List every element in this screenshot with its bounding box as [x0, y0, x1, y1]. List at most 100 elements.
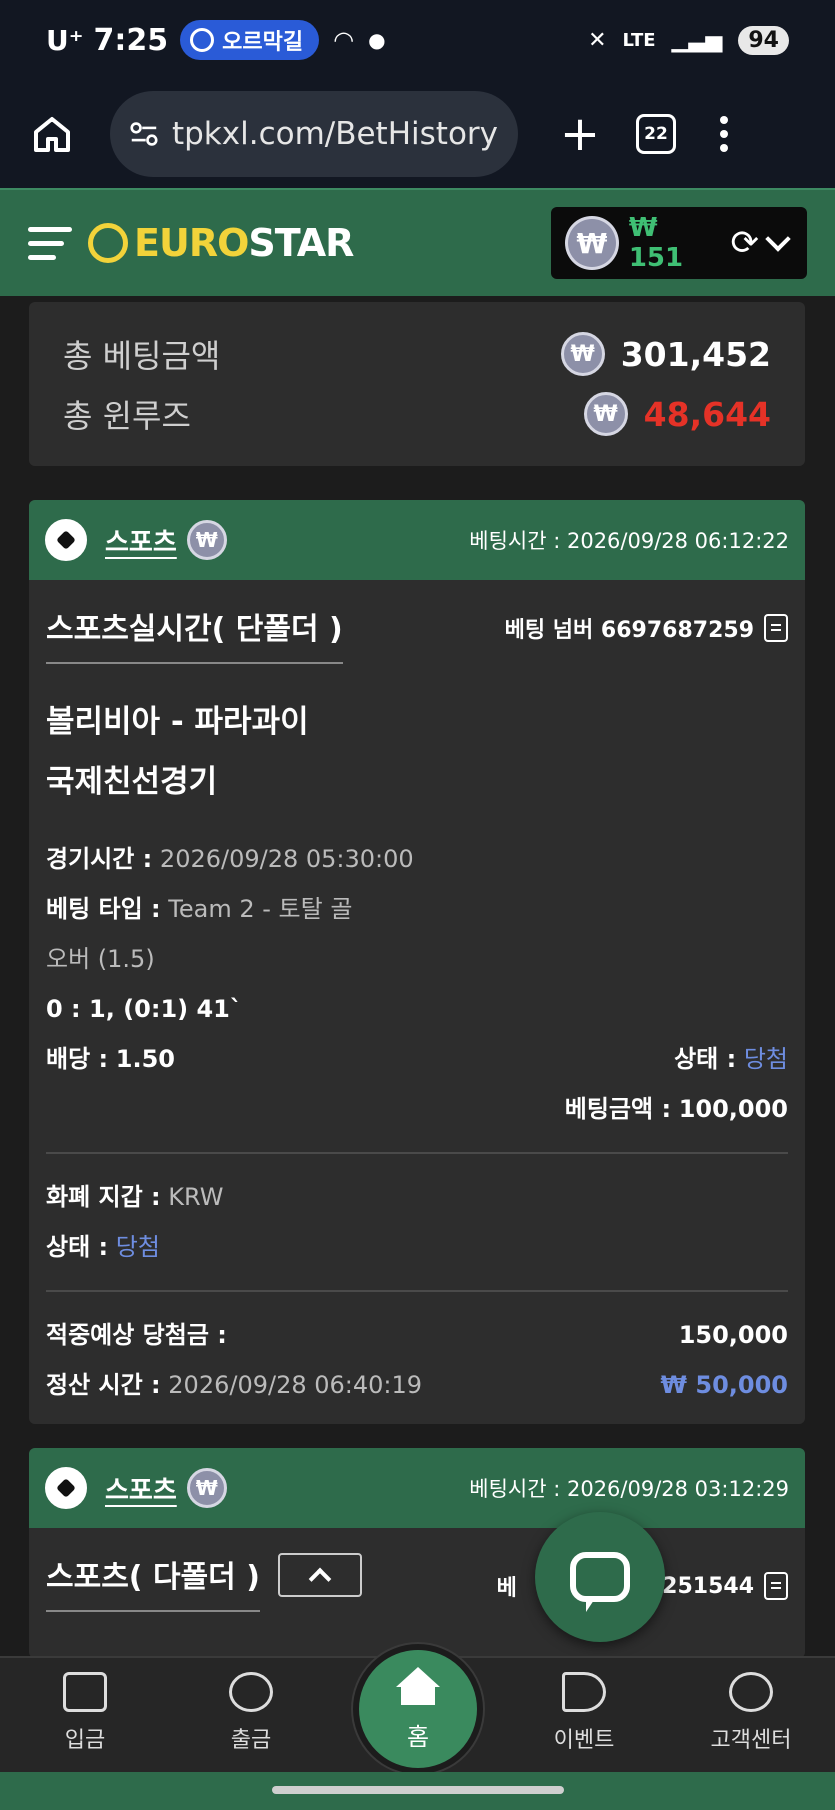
soccer-ball-icon	[45, 1467, 87, 1509]
status-bar: U⁺ 7:25 오르막길 ◠ ● ✕ LTE ▁▃▅ 94	[0, 0, 835, 80]
site-logo[interactable]: EURO STAR	[88, 221, 354, 265]
gesture-handle[interactable]	[272, 1786, 564, 1794]
signal-icon: ▁▃▅	[671, 27, 723, 53]
live-score: 0 : 1, (0:1) 41`	[46, 995, 242, 1023]
status2-badge: 당첨	[115, 1233, 160, 1261]
live-chat-button[interactable]	[535, 1512, 665, 1642]
nav-deposit[interactable]: 입금	[15, 1672, 155, 1754]
expected-win-value: 150,000	[678, 1321, 788, 1349]
expected-win-row: 적중예상 당첨금 : 150,000	[46, 1310, 788, 1360]
total-winlose-row: 총 윈루즈 ₩ 48,644	[63, 384, 771, 444]
chat-bubble-icon	[570, 1552, 630, 1612]
home-icon-body	[401, 1686, 435, 1705]
bet-time: 베팅시간 : 2026/09/28 06:12:22	[469, 529, 789, 553]
match-title: 볼리비아 - 파라과이	[46, 704, 309, 740]
bet-kind-label: 베팅 타입 :	[46, 895, 161, 923]
total-winlose-label: 총 윈루즈	[63, 397, 191, 435]
browser-menu-button[interactable]	[720, 116, 728, 152]
battery-level: 94	[738, 25, 789, 55]
wallet-balance: ₩ 151	[628, 213, 684, 273]
wallet-dropdown[interactable]: ₩ ₩ 151 ⟳	[551, 207, 807, 279]
home-icon	[34, 117, 70, 152]
browser-home-button[interactable]	[24, 106, 80, 162]
bet-kind-line2: 오버 (1.5)	[46, 945, 155, 973]
divider	[46, 1290, 788, 1292]
wallet-label: 화폐 지갑 :	[46, 1183, 161, 1211]
settle-row: 정산 시간 : 2026/09/28 06:40:19 ₩ 50,000	[46, 1360, 788, 1410]
bet-card-body: 스포츠( 다폴더 ) 베 7251544	[29, 1528, 805, 1612]
game-time-label: 경기시간 :	[46, 845, 153, 873]
soccer-ball-icon	[45, 519, 87, 561]
won-coin-icon: ₩	[186, 520, 227, 560]
music-pill-label: 오르막길	[222, 30, 304, 55]
total-bet-value: 301,452	[620, 334, 771, 374]
wifi-icon: ◠	[333, 26, 355, 54]
support-24-icon	[729, 1672, 773, 1712]
expected-win-label: 적중예상 당첨금 :	[46, 1321, 227, 1349]
won-coin-icon: ₩	[583, 392, 628, 436]
status2-row: 상태 : 당첨	[46, 1222, 788, 1272]
url-text: tpkxl.com/BetHistory	[171, 116, 498, 152]
bet-category[interactable]: 스포츠	[105, 522, 177, 559]
bet-card: 스포츠 ₩ 베팅시간 : 2026/09/28 06:12:22 스포츠실시간(…	[29, 500, 805, 1424]
odds-status-row: 배당 : 1.50 상태 : 당첨	[46, 1034, 788, 1084]
settle-label: 정산 시간 :	[46, 1371, 161, 1399]
gesture-area	[0, 1772, 835, 1810]
bet-amount-value: 100,000	[678, 1095, 788, 1123]
bet-card-header: 스포츠 ₩ 베팅시간 : 2026/09/28 06:12:22	[29, 500, 805, 580]
divider	[46, 1152, 788, 1154]
copy-icon[interactable]	[764, 1572, 788, 1600]
chevron-down-icon	[765, 226, 791, 252]
bet-card-header: 스포츠 ₩ 베팅시간 : 2026/09/28 03:12:29	[29, 1448, 805, 1528]
site-settings-icon	[130, 122, 158, 146]
bet-number-text: 베	[496, 1576, 517, 1601]
site-header: EURO STAR ₩ ₩ 151 ⟳	[0, 188, 835, 296]
refresh-icon[interactable]: ⟳	[731, 223, 760, 263]
new-tab-button[interactable]: +	[552, 106, 608, 162]
bet-card-body: 스포츠실시간( 단폴더 ) 베팅 넘버 6697687259 볼리비아 - 파라…	[29, 580, 805, 1410]
logo-star-text: STAR	[248, 221, 354, 265]
network-label: LTE	[622, 29, 656, 51]
megaphone-icon	[562, 1672, 606, 1712]
total-winlose-value: 48,644	[643, 394, 771, 434]
url-bar[interactable]: tpkxl.com/BetHistory	[110, 91, 518, 177]
game-time-value: 2026/09/28 05:30:00	[159, 845, 414, 873]
deposit-icon	[63, 1672, 107, 1712]
status-badge: 당첨	[743, 1045, 788, 1073]
nav-home-label: 홈	[406, 1722, 430, 1751]
copy-icon[interactable]	[764, 614, 788, 642]
status-label: 상태 :	[674, 1045, 737, 1073]
hamburger-menu-icon[interactable]	[28, 226, 72, 260]
clock: 7:25	[93, 22, 169, 58]
nav-event[interactable]: 이벤트	[514, 1672, 654, 1754]
notification-dot-icon: ●	[368, 28, 386, 52]
bet-amount-row: 베팅금액 : 100,000	[46, 1084, 788, 1134]
bet-number: 베팅 넘버 6697687259	[505, 612, 788, 644]
logo-euro-text: EURO	[134, 221, 249, 265]
nav-support[interactable]: 고객센터	[681, 1672, 821, 1754]
bet-kind-value: Team 2 - 토탈 골	[168, 895, 353, 923]
nav-withdraw[interactable]: 출금	[181, 1672, 321, 1754]
withdraw-icon	[229, 1672, 273, 1712]
tab-switcher-button[interactable]: 22	[636, 114, 676, 154]
bet-number-text: 베팅 넘버 6697687259	[504, 618, 754, 643]
nav-deposit-label: 입금	[64, 1728, 106, 1753]
wallet-value: KRW	[168, 1183, 224, 1211]
won-coin-icon: ₩	[186, 1468, 227, 1508]
bet-category[interactable]: 스포츠	[105, 1470, 177, 1507]
music-pill[interactable]: 오르막길	[180, 20, 320, 60]
bet-type-title: 스포츠( 다폴더 )	[46, 1552, 260, 1612]
total-bet-row: 총 베팅금액 ₩ 301,452	[63, 324, 771, 384]
league-name: 국제친선경기	[46, 764, 218, 800]
wallet-row: 화폐 지갑 : KRW	[46, 1172, 788, 1222]
home-icon	[396, 1666, 440, 1687]
nav-home[interactable]: 홈	[353, 1644, 483, 1774]
settle-time: 2026/09/28 06:40:19	[168, 1371, 423, 1399]
won-coin-icon: ₩	[565, 216, 619, 270]
collapse-button[interactable]	[277, 1553, 362, 1597]
nav-withdraw-label: 출금	[230, 1728, 272, 1753]
bet-type-title: 스포츠실시간( 단폴더 )	[46, 604, 343, 664]
bet-card: 스포츠 ₩ 베팅시간 : 2026/09/28 03:12:29 스포츠( 다폴…	[29, 1448, 805, 1658]
bet-kind-row: 베팅 타입 : Team 2 - 토탈 골	[46, 884, 788, 934]
settle-amount: ₩ 50,000	[660, 1371, 788, 1399]
